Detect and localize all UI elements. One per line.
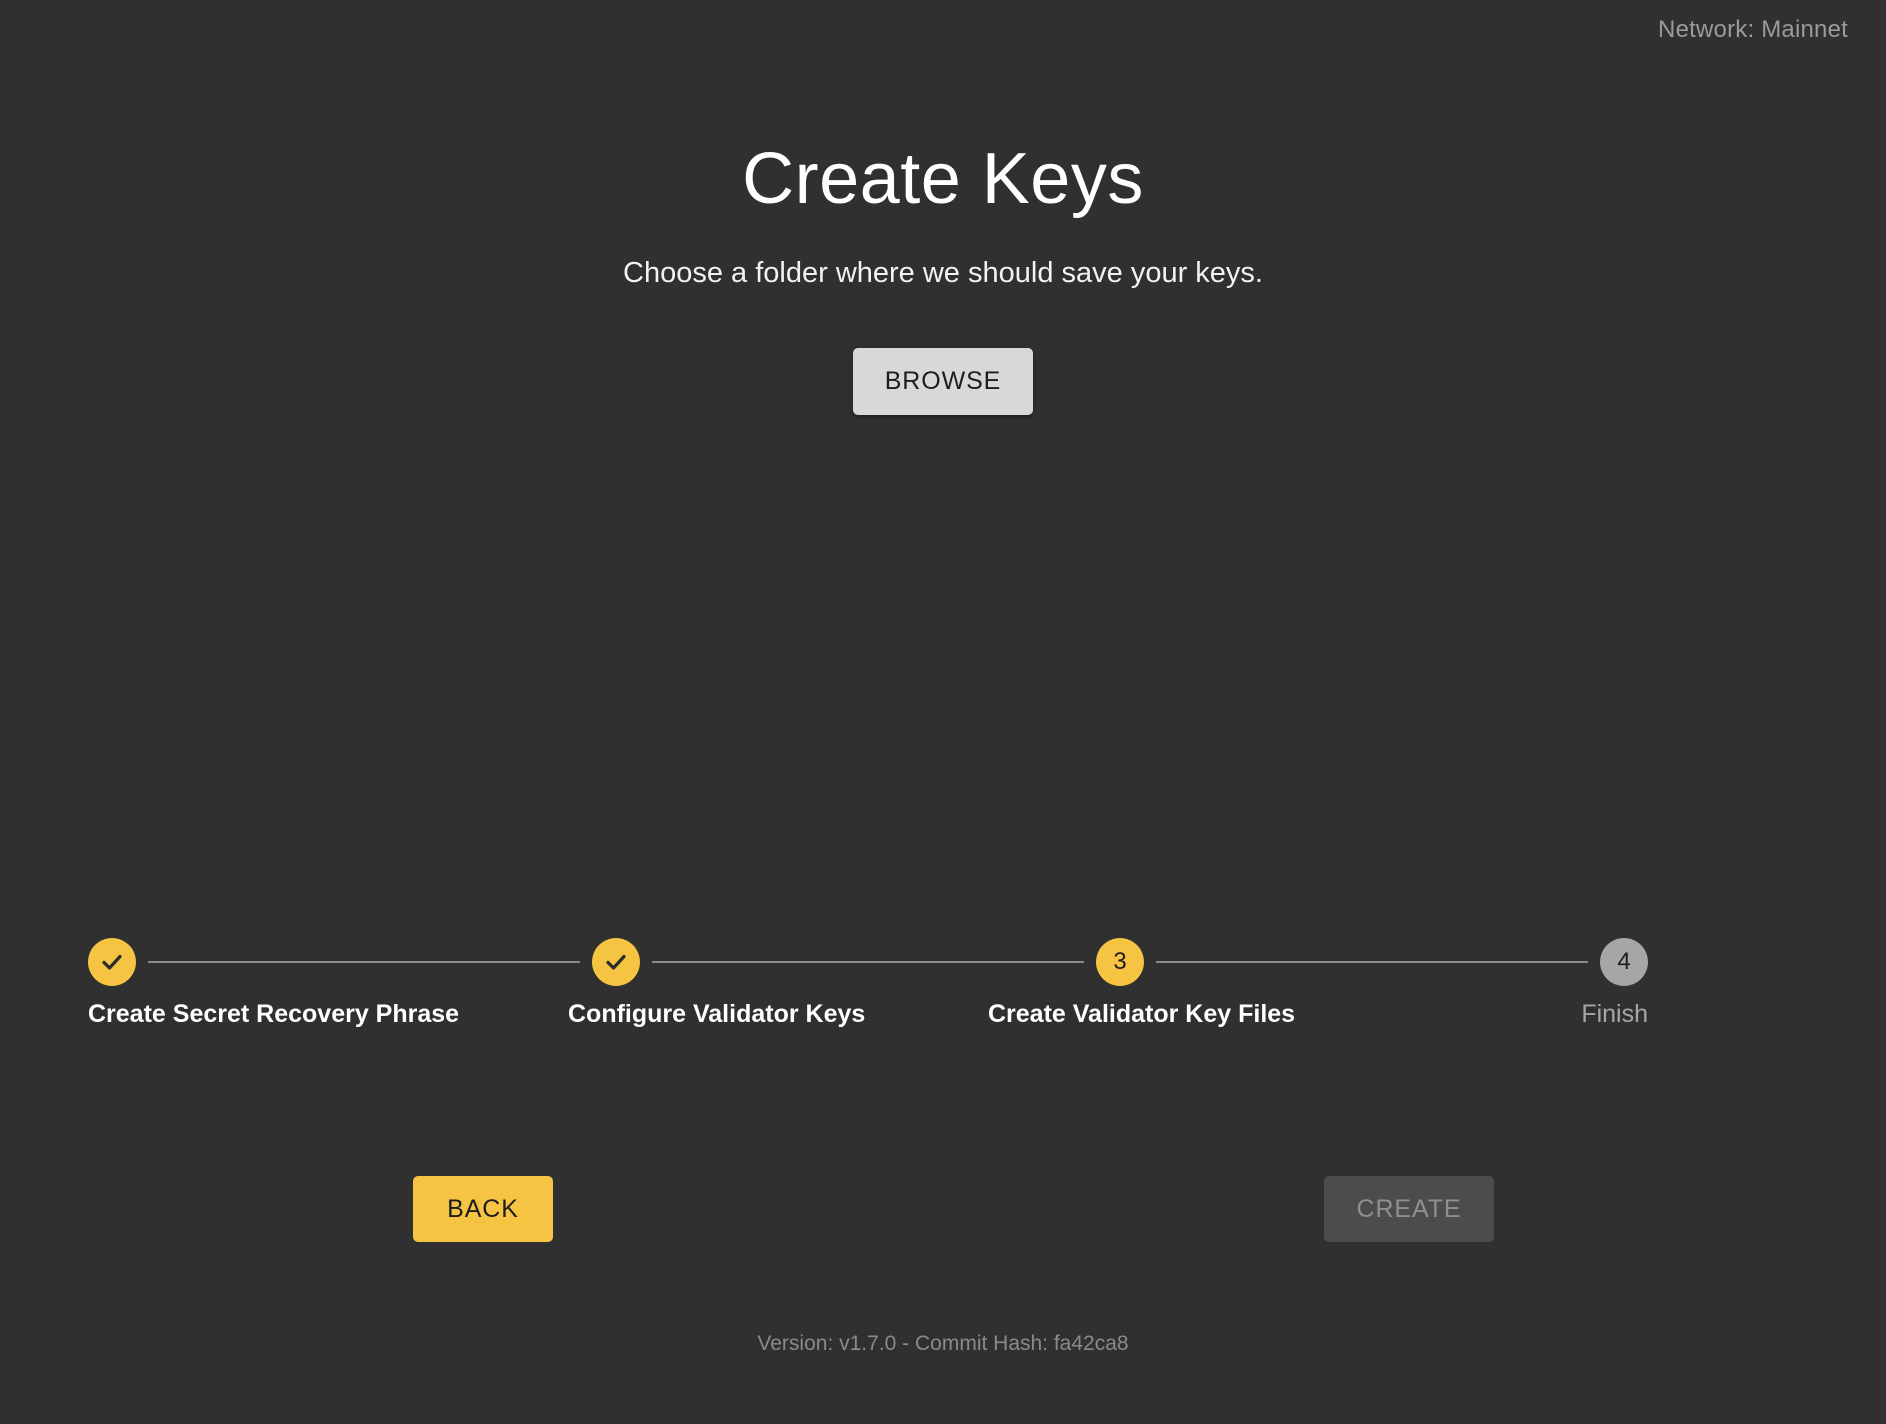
stepper: 3 4 Create Secret Recovery Phrase Config…: [88, 938, 1648, 1068]
check-icon: [99, 949, 125, 975]
step-connector-1-2: [148, 961, 580, 963]
step-connector-3-4: [1156, 961, 1588, 963]
step-node-1[interactable]: [88, 938, 136, 986]
step-connector-2-3: [652, 961, 1084, 963]
page-title: Create Keys: [0, 143, 1886, 215]
network-label: Network: Mainnet: [1658, 16, 1848, 44]
stepper-track: 3 4: [88, 938, 1648, 986]
stepper-labels: Create Secret Recovery Phrase Configure …: [88, 1000, 1648, 1044]
page-subtitle: Choose a folder where we should save you…: [0, 257, 1886, 290]
step-node-2[interactable]: [592, 938, 640, 986]
step-label-finish: Finish: [1581, 1000, 1648, 1029]
step-label-configure-validator-keys: Configure Validator Keys: [568, 1000, 865, 1029]
step-node-3[interactable]: 3: [1096, 938, 1144, 986]
step-label-create-validator-key-files: Create Validator Key Files: [988, 1000, 1295, 1029]
browse-button[interactable]: BROWSE: [853, 348, 1033, 415]
create-button: CREATE: [1324, 1176, 1494, 1242]
version-footer: Version: v1.7.0 - Commit Hash: fa42ca8: [0, 1332, 1886, 1356]
step-node-4[interactable]: 4: [1600, 938, 1648, 986]
back-button[interactable]: BACK: [413, 1176, 553, 1242]
check-icon: [603, 949, 629, 975]
step-label-create-secret-recovery-phrase: Create Secret Recovery Phrase: [88, 1000, 459, 1029]
